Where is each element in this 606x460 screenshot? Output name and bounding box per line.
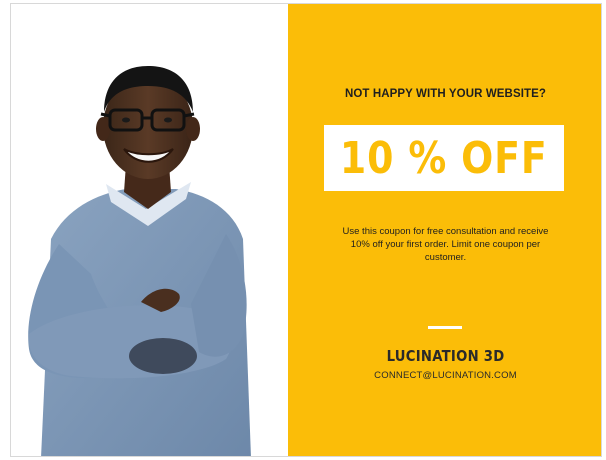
offer-box: 10 % OFF [324,125,564,191]
divider [428,326,462,329]
portrait-photo [28,66,251,456]
ear-left [96,117,110,141]
ear-right [186,117,200,141]
headline: NOT HAPPY WITH YOUR WEBSITE? [344,88,547,100]
coupon-card: NOT HAPPY WITH YOUR WEBSITE? 10 % OFF Us… [10,3,602,457]
offer-text: 10 % OFF [340,132,548,184]
contact-email: CONNECT@LUCINATION.COM [374,370,517,381]
brand-name: LUCINATION 3D [386,347,505,365]
coupon-description: Use this coupon for free consultation an… [342,226,549,263]
elbow-patch [129,338,197,374]
promo-panel: NOT HAPPY WITH YOUR WEBSITE? 10 % OFF Us… [288,4,601,456]
photo-panel [11,4,288,456]
